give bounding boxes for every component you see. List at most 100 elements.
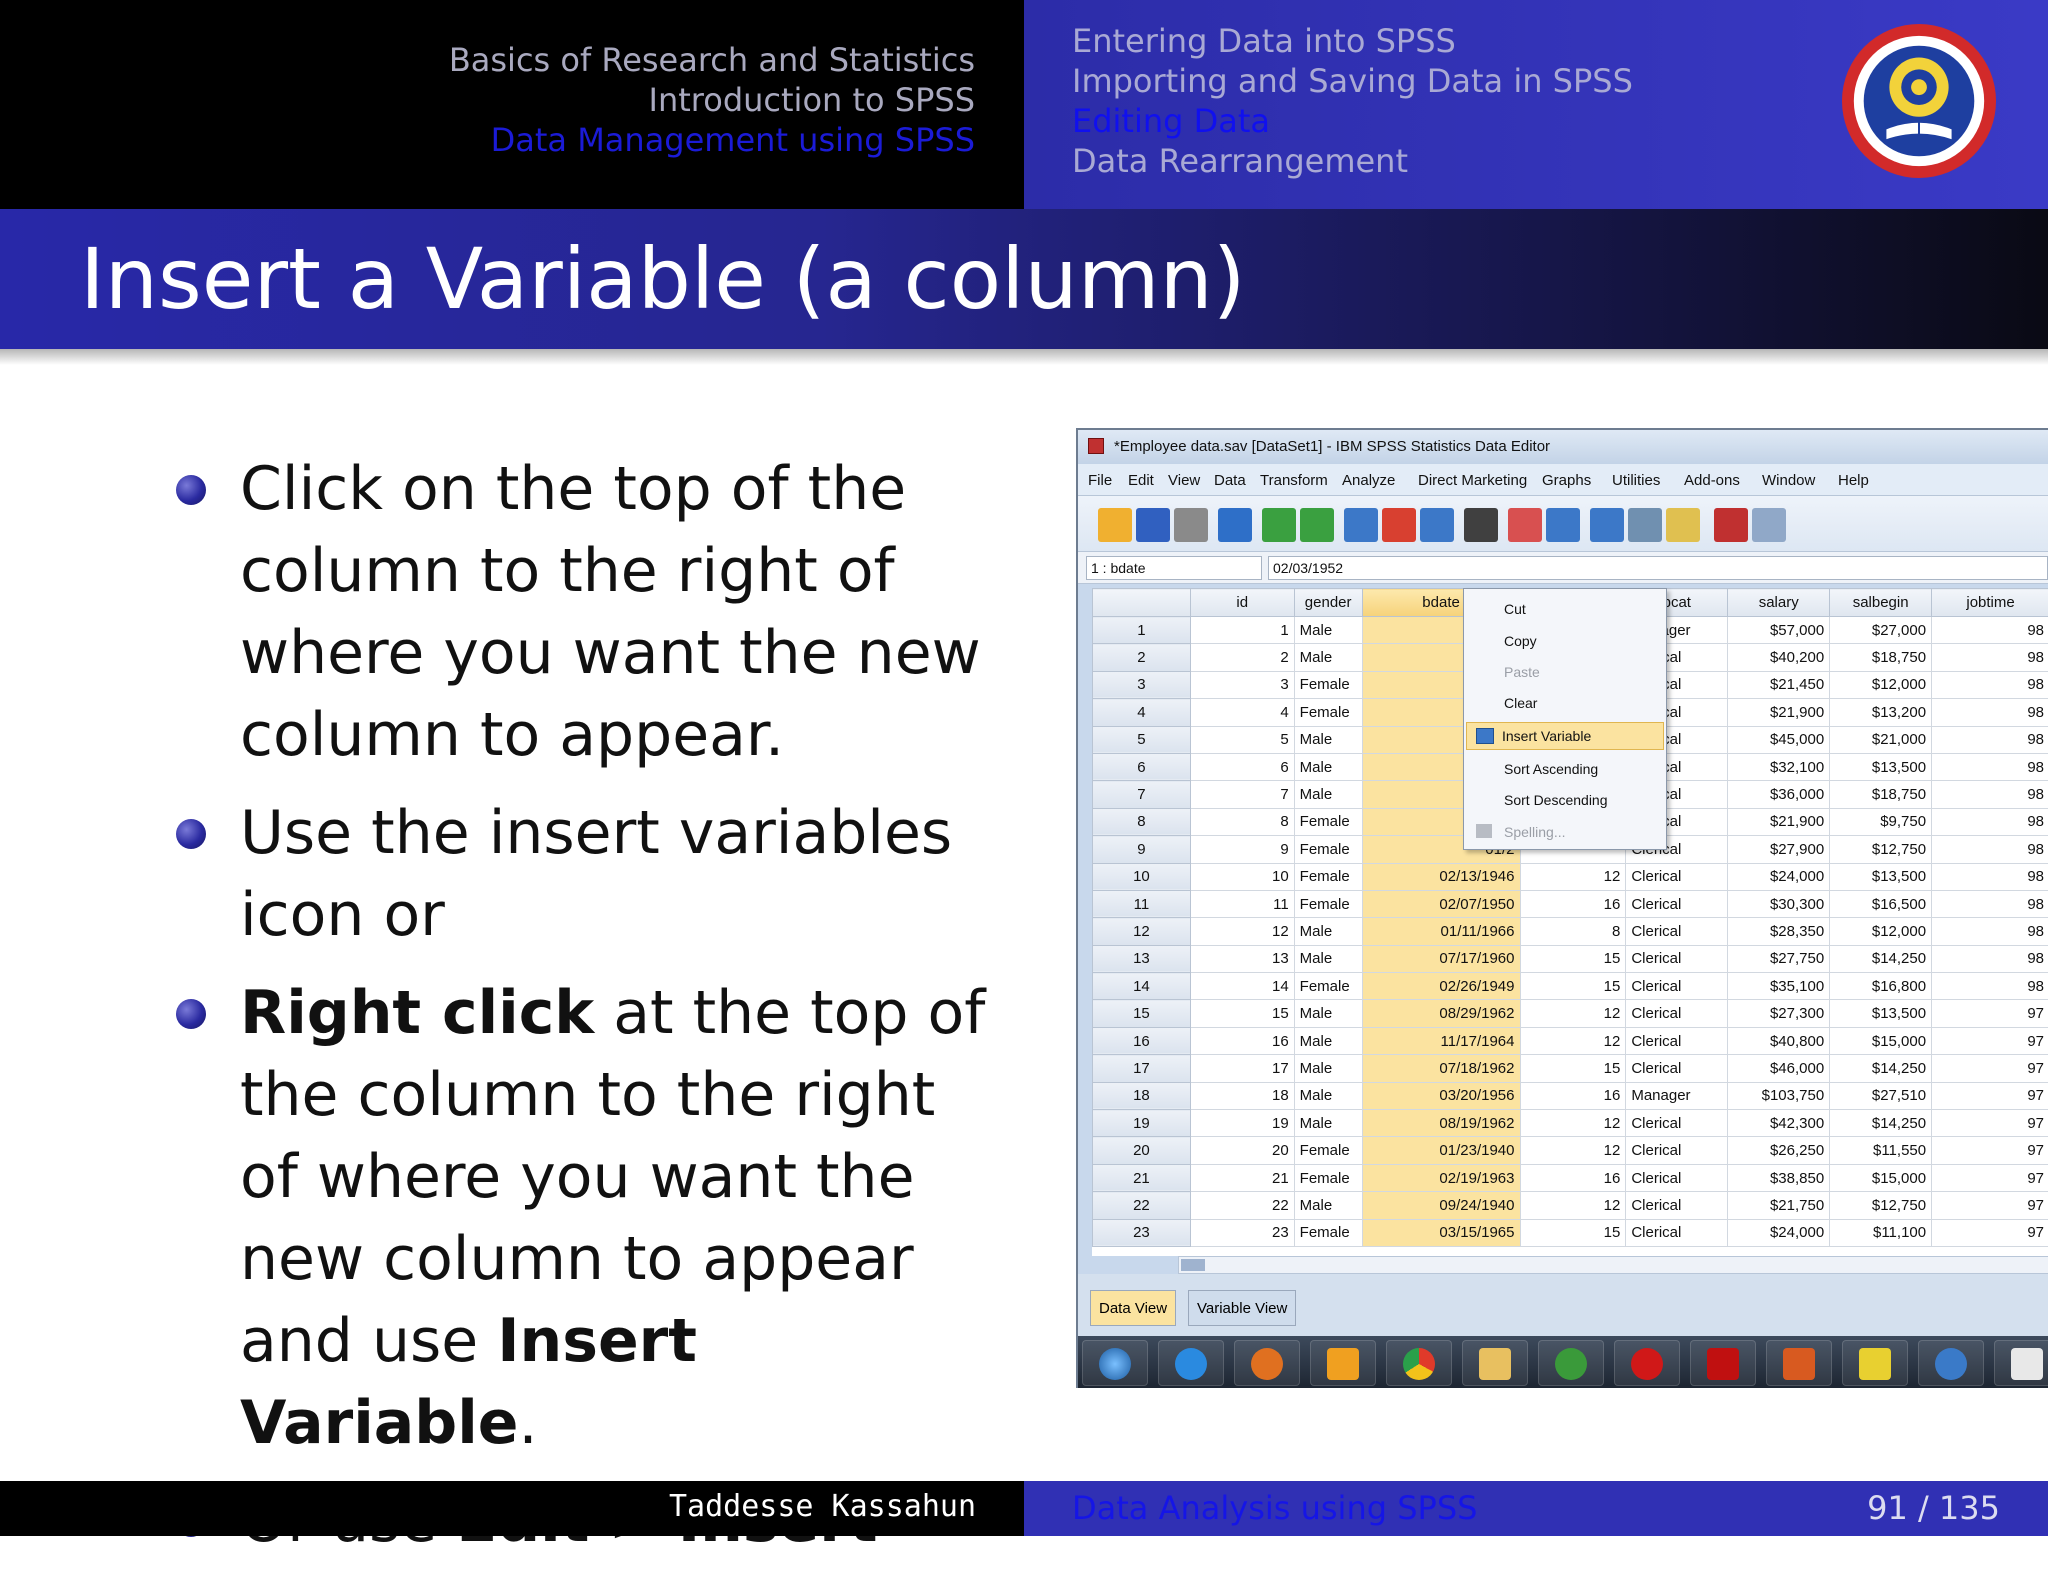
scrollbar-thumb[interactable] bbox=[1181, 1259, 1205, 1271]
row-number[interactable]: 19 bbox=[1093, 1110, 1191, 1137]
row-number[interactable]: 4 bbox=[1093, 699, 1191, 726]
data-cell[interactable]: 1 bbox=[1190, 617, 1294, 644]
data-cell[interactable]: $16,500 bbox=[1830, 890, 1932, 917]
ctx-clear[interactable]: Clear bbox=[1504, 695, 1537, 711]
data-cell[interactable]: 98 bbox=[1932, 753, 2048, 780]
row-number[interactable]: 8 bbox=[1093, 808, 1191, 835]
row-number[interactable]: 10 bbox=[1093, 863, 1191, 890]
data-cell[interactable]: Male bbox=[1294, 781, 1362, 808]
data-cell[interactable]: Male bbox=[1294, 1055, 1362, 1082]
data-cell[interactable]: 16 bbox=[1520, 1164, 1626, 1191]
nav-section-basics[interactable]: Basics of Research and Statistics bbox=[449, 40, 975, 80]
column-header[interactable]: gender bbox=[1294, 589, 1362, 617]
menu-help[interactable]: Help bbox=[1838, 472, 1869, 489]
cell-value-input[interactable]: 02/03/1952 bbox=[1268, 556, 2048, 580]
ctx-sort-ascending[interactable]: Sort Ascending bbox=[1504, 761, 1598, 777]
data-cell[interactable]: 13 bbox=[1190, 945, 1294, 972]
row-number[interactable]: 13 bbox=[1093, 945, 1191, 972]
data-cell[interactable]: 98 bbox=[1932, 836, 2048, 863]
data-cell[interactable]: Clerical bbox=[1626, 973, 1728, 1000]
menu-analyze[interactable]: Analyze bbox=[1342, 472, 1395, 489]
ctx-copy[interactable]: Copy bbox=[1504, 633, 1537, 649]
data-cell[interactable]: Clerical bbox=[1626, 1164, 1728, 1191]
row-number[interactable]: 11 bbox=[1093, 890, 1191, 917]
row-number[interactable]: 21 bbox=[1093, 1164, 1191, 1191]
data-cell[interactable]: 98 bbox=[1932, 918, 2048, 945]
data-cell[interactable]: 01/11/1966 bbox=[1362, 918, 1520, 945]
data-cell[interactable]: 98 bbox=[1932, 671, 2048, 698]
data-cell[interactable]: $32,100 bbox=[1728, 753, 1830, 780]
data-cell[interactable]: 22 bbox=[1190, 1192, 1294, 1219]
data-cell[interactable]: Male bbox=[1294, 1110, 1362, 1137]
use-sets-icon[interactable] bbox=[1752, 508, 1786, 542]
recall-dialog-icon[interactable] bbox=[1218, 508, 1252, 542]
taskbar-explorer[interactable] bbox=[1462, 1340, 1528, 1386]
data-cell[interactable]: 11 bbox=[1190, 890, 1294, 917]
data-cell[interactable]: 98 bbox=[1932, 781, 2048, 808]
data-cell[interactable]: $46,000 bbox=[1728, 1055, 1830, 1082]
data-cell[interactable]: $13,500 bbox=[1830, 1000, 1932, 1027]
taskbar-tex[interactable] bbox=[1994, 1340, 2048, 1386]
data-cell[interactable]: 97 bbox=[1932, 1164, 2048, 1191]
insert-variable-icon[interactable] bbox=[1546, 508, 1580, 542]
data-cell[interactable]: 16 bbox=[1520, 1082, 1626, 1109]
data-cell[interactable]: $103,750 bbox=[1728, 1082, 1830, 1109]
data-cell[interactable]: Female bbox=[1294, 1164, 1362, 1191]
data-cell[interactable]: $13,500 bbox=[1830, 753, 1932, 780]
data-cell[interactable]: 97 bbox=[1932, 1027, 2048, 1054]
data-cell[interactable]: $40,800 bbox=[1728, 1027, 1830, 1054]
column-header[interactable]: id bbox=[1190, 589, 1294, 617]
data-cell[interactable]: $11,100 bbox=[1830, 1219, 1932, 1246]
data-cell[interactable]: 8 bbox=[1190, 808, 1294, 835]
data-cell[interactable]: $35,100 bbox=[1728, 973, 1830, 1000]
data-cell[interactable]: $36,000 bbox=[1728, 781, 1830, 808]
taskbar-chrome[interactable] bbox=[1386, 1340, 1452, 1386]
taskbar-opera[interactable] bbox=[1614, 1340, 1680, 1386]
nav-subsection-importing[interactable]: Importing and Saving Data in SPSS bbox=[1072, 61, 1633, 101]
data-cell[interactable]: 03/20/1956 bbox=[1362, 1082, 1520, 1109]
data-cell[interactable]: $45,000 bbox=[1728, 726, 1830, 753]
data-cell[interactable]: 98 bbox=[1932, 890, 2048, 917]
data-cell[interactable]: Female bbox=[1294, 973, 1362, 1000]
data-cell[interactable]: 10 bbox=[1190, 863, 1294, 890]
data-cell[interactable]: Female bbox=[1294, 1219, 1362, 1246]
taskbar-powerpoint[interactable] bbox=[1766, 1340, 1832, 1386]
data-cell[interactable]: 15 bbox=[1520, 945, 1626, 972]
data-cell[interactable]: Male bbox=[1294, 753, 1362, 780]
data-cell[interactable]: 6 bbox=[1190, 753, 1294, 780]
data-cell[interactable]: $27,300 bbox=[1728, 1000, 1830, 1027]
print-icon[interactable] bbox=[1174, 508, 1208, 542]
menu-view[interactable]: View bbox=[1168, 472, 1200, 489]
row-number[interactable]: 1 bbox=[1093, 617, 1191, 644]
data-cell[interactable]: 12 bbox=[1520, 1110, 1626, 1137]
data-cell[interactable]: 97 bbox=[1932, 1055, 2048, 1082]
data-cell[interactable]: $11,550 bbox=[1830, 1137, 1932, 1164]
find-binoculars-icon[interactable] bbox=[1464, 508, 1498, 542]
data-cell[interactable]: Male bbox=[1294, 644, 1362, 671]
data-cell[interactable]: Female bbox=[1294, 836, 1362, 863]
data-cell[interactable]: Manager bbox=[1626, 1082, 1728, 1109]
data-cell[interactable]: 11/17/1964 bbox=[1362, 1027, 1520, 1054]
data-cell[interactable]: Female bbox=[1294, 863, 1362, 890]
row-number[interactable]: 2 bbox=[1093, 644, 1191, 671]
row-number[interactable]: 6 bbox=[1093, 753, 1191, 780]
data-cell[interactable]: 5 bbox=[1190, 726, 1294, 753]
data-cell[interactable]: 02/19/1963 bbox=[1362, 1164, 1520, 1191]
data-cell[interactable]: 17 bbox=[1190, 1055, 1294, 1082]
data-cell[interactable]: $27,750 bbox=[1728, 945, 1830, 972]
data-cell[interactable]: 09/24/1940 bbox=[1362, 1192, 1520, 1219]
data-cell[interactable]: $21,900 bbox=[1728, 808, 1830, 835]
nav-subsection-entering[interactable]: Entering Data into SPSS bbox=[1072, 21, 1633, 61]
data-cell[interactable]: $12,750 bbox=[1830, 836, 1932, 863]
ctx-sort-descending[interactable]: Sort Descending bbox=[1504, 792, 1608, 808]
data-cell[interactable]: Male bbox=[1294, 1027, 1362, 1054]
row-number[interactable]: 3 bbox=[1093, 671, 1191, 698]
row-number[interactable]: 7 bbox=[1093, 781, 1191, 808]
goto-variable-icon[interactable] bbox=[1382, 508, 1416, 542]
data-cell[interactable]: Male bbox=[1294, 1192, 1362, 1219]
data-cell[interactable]: 12 bbox=[1520, 1000, 1626, 1027]
column-header[interactable]: jobtime bbox=[1932, 589, 2048, 617]
select-cases-icon[interactable] bbox=[1666, 508, 1700, 542]
data-cell[interactable]: 98 bbox=[1932, 699, 2048, 726]
data-cell[interactable]: 16 bbox=[1190, 1027, 1294, 1054]
